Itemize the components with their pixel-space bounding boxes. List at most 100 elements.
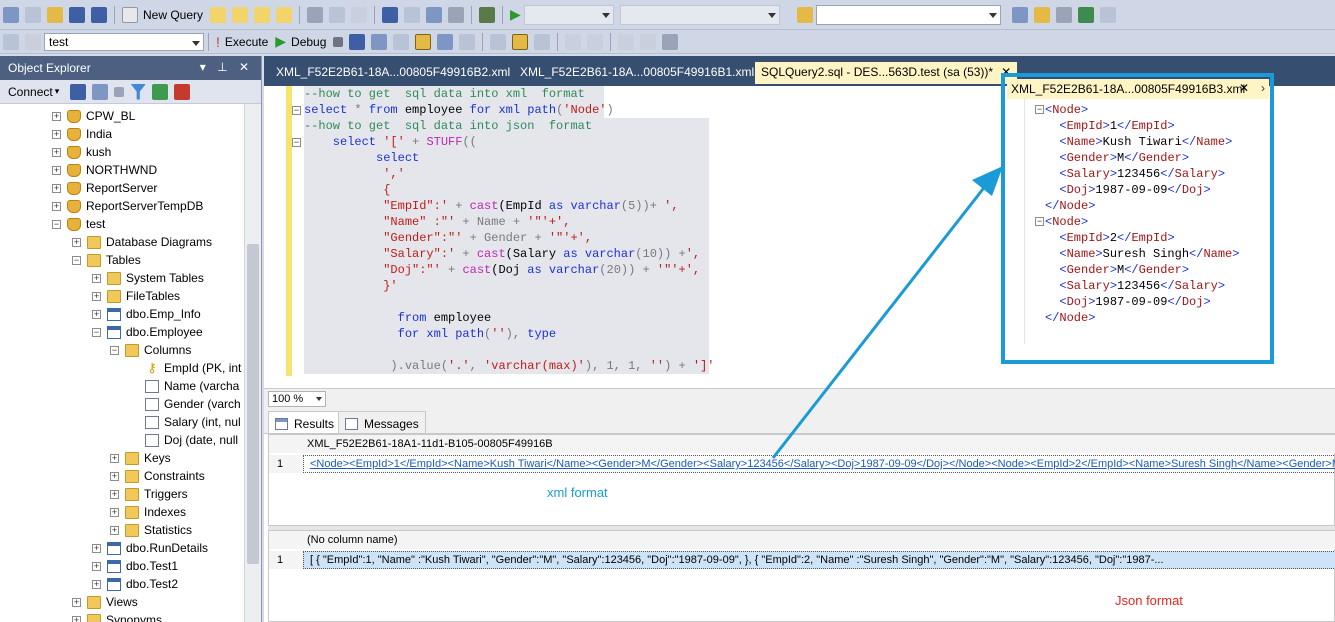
expand-icon[interactable]: + xyxy=(52,183,61,193)
tree-node[interactable]: + Database Diagrams xyxy=(72,233,212,251)
tree-node[interactable]: + dbo.Test1 xyxy=(92,557,178,575)
new-query-button[interactable]: New Query xyxy=(143,8,203,22)
tree-node[interactable]: + dbo.RunDetails xyxy=(92,539,208,557)
paste-icon[interactable] xyxy=(351,6,368,23)
start-icon[interactable]: ▶ xyxy=(510,6,521,23)
query-xmla-icon[interactable] xyxy=(254,6,271,23)
collapse-icon[interactable]: − xyxy=(292,138,301,147)
debug-button[interactable]: Debug xyxy=(291,35,326,49)
available-databases-combo[interactable]: test xyxy=(44,32,204,51)
toolbar-overflow-icon[interactable] xyxy=(662,33,679,50)
stop-icon[interactable] xyxy=(114,86,125,97)
tree-node[interactable]: + India xyxy=(52,125,112,143)
activity-monitor-icon[interactable] xyxy=(174,83,191,100)
document-tab[interactable]: XML_F52E2B61-18A...00805F49916B2.xml xyxy=(270,62,516,84)
collapse-icon[interactable]: − xyxy=(52,219,61,229)
scrollbar-thumb[interactable] xyxy=(247,244,259,564)
new-project-icon[interactable] xyxy=(3,6,19,23)
expand-icon[interactable]: + xyxy=(52,111,61,121)
object-explorer-scrollbar[interactable] xyxy=(244,104,261,622)
decrease-indent-icon[interactable] xyxy=(587,33,604,50)
solution-config-combo[interactable] xyxy=(523,4,614,25)
tree-node[interactable]: + CPW_BL xyxy=(52,107,135,125)
tree-node[interactable]: − Tables xyxy=(72,251,141,269)
collapse-icon[interactable]: − xyxy=(110,345,119,355)
expand-icon[interactable]: + xyxy=(92,579,101,589)
disconnect-icon[interactable] xyxy=(25,33,41,50)
query-designer-icon[interactable] xyxy=(393,33,410,50)
tree-node[interactable]: + NORTHWND xyxy=(52,161,157,179)
collapse-icon[interactable]: − xyxy=(292,106,301,115)
client-statistics-icon[interactable] xyxy=(437,33,454,50)
chevron-down-icon[interactable]: ▾ xyxy=(55,86,60,97)
tree-node[interactable]: + ReportServerTempDB xyxy=(52,197,203,215)
query-dmx-icon[interactable] xyxy=(210,6,227,23)
specify-values-icon[interactable] xyxy=(640,33,657,50)
cut-icon[interactable] xyxy=(307,6,324,23)
tree-node[interactable]: + Keys xyxy=(110,449,171,467)
redo-icon[interactable] xyxy=(404,6,421,23)
grid-column-header[interactable]: XML_F52E2B61-18A1-11d1-B105-00805F49916B xyxy=(303,435,1335,453)
refresh-icon[interactable] xyxy=(152,83,169,100)
tab-results[interactable]: Results xyxy=(268,411,342,433)
expand-icon[interactable]: + xyxy=(52,129,61,139)
tree-node[interactable]: Name (varcha xyxy=(130,377,239,395)
registered-servers-icon[interactable] xyxy=(1011,6,1028,23)
tools-icon[interactable] xyxy=(1055,6,1072,23)
template-explorer-icon[interactable] xyxy=(1077,6,1094,23)
expand-icon[interactable]: + xyxy=(92,309,101,319)
query-mdx-icon[interactable] xyxy=(232,6,249,23)
tree-node[interactable]: + Constraints xyxy=(110,467,205,485)
navigate-forward-icon[interactable] xyxy=(448,6,465,23)
tree-node[interactable]: + dbo.Test2 xyxy=(92,575,178,593)
expand-icon[interactable]: + xyxy=(110,471,119,481)
panel-controls[interactable]: ▾ ⊥ ✕ xyxy=(200,60,253,74)
include-plan-icon[interactable] xyxy=(415,33,432,50)
execute-button[interactable]: Execute xyxy=(225,35,268,49)
tree-node[interactable]: − Columns xyxy=(110,341,191,359)
results-to-text-icon[interactable] xyxy=(459,33,476,50)
expand-icon[interactable]: + xyxy=(72,615,81,622)
tree-node[interactable]: Salary (int, nul xyxy=(130,413,241,431)
expand-icon[interactable]: + xyxy=(92,291,101,301)
increase-indent-icon[interactable] xyxy=(618,33,635,50)
connect-dropdown[interactable]: Connect xyxy=(8,85,53,99)
tree-node[interactable]: + Synonyms xyxy=(72,611,162,622)
tree-node[interactable]: + FileTables xyxy=(92,287,180,305)
connect-server-icon[interactable] xyxy=(70,83,87,100)
navigate-back-icon[interactable] xyxy=(426,6,443,23)
add-item-icon[interactable] xyxy=(25,6,41,23)
tree-node[interactable]: + Views xyxy=(72,593,138,611)
save-icon[interactable] xyxy=(69,6,85,23)
expand-icon[interactable]: + xyxy=(110,489,119,499)
expand-icon[interactable]: + xyxy=(92,543,101,553)
tree-node[interactable]: − dbo.Employee xyxy=(92,323,203,341)
expand-icon[interactable]: + xyxy=(110,525,119,535)
tree-node[interactable]: Doj (date, null xyxy=(130,431,238,449)
platform-combo[interactable] xyxy=(619,4,780,25)
sql-code[interactable]: --how to get sql data into xml format sel… xyxy=(304,86,715,374)
expand-icon[interactable]: + xyxy=(110,453,119,463)
parse-icon[interactable] xyxy=(349,33,366,50)
expand-icon[interactable]: + xyxy=(110,507,119,517)
collapse-icon[interactable]: − xyxy=(92,327,101,337)
results-to-file-icon[interactable] xyxy=(512,33,529,50)
xml-result-cell[interactable]: <Node><EmpId>1</EmpId><Name>Kush Tiwari<… xyxy=(303,455,1335,473)
expand-icon[interactable]: + xyxy=(52,165,61,175)
tree-node[interactable]: + Statistics xyxy=(110,521,192,539)
screenshot-icon[interactable] xyxy=(479,6,496,23)
find-in-files-icon[interactable] xyxy=(796,6,813,23)
query-sqlce-icon[interactable] xyxy=(276,6,293,23)
expand-icon[interactable]: + xyxy=(92,561,101,571)
connect-icon[interactable] xyxy=(3,33,19,50)
display-estimated-plan-icon[interactable] xyxy=(371,33,388,50)
tab-messages[interactable]: Messages xyxy=(338,411,426,433)
uncomment-icon[interactable] xyxy=(565,33,582,50)
tree-node[interactable]: + Indexes xyxy=(110,503,186,521)
toolbar-options-icon[interactable] xyxy=(1099,6,1116,23)
comment-icon[interactable] xyxy=(534,33,551,50)
results-to-grid-icon[interactable] xyxy=(490,33,507,50)
tree-node[interactable]: + Triggers xyxy=(110,485,188,503)
tree-node[interactable]: ⚷ EmpId (PK, int xyxy=(130,359,241,377)
find-combo[interactable] xyxy=(815,4,1001,25)
